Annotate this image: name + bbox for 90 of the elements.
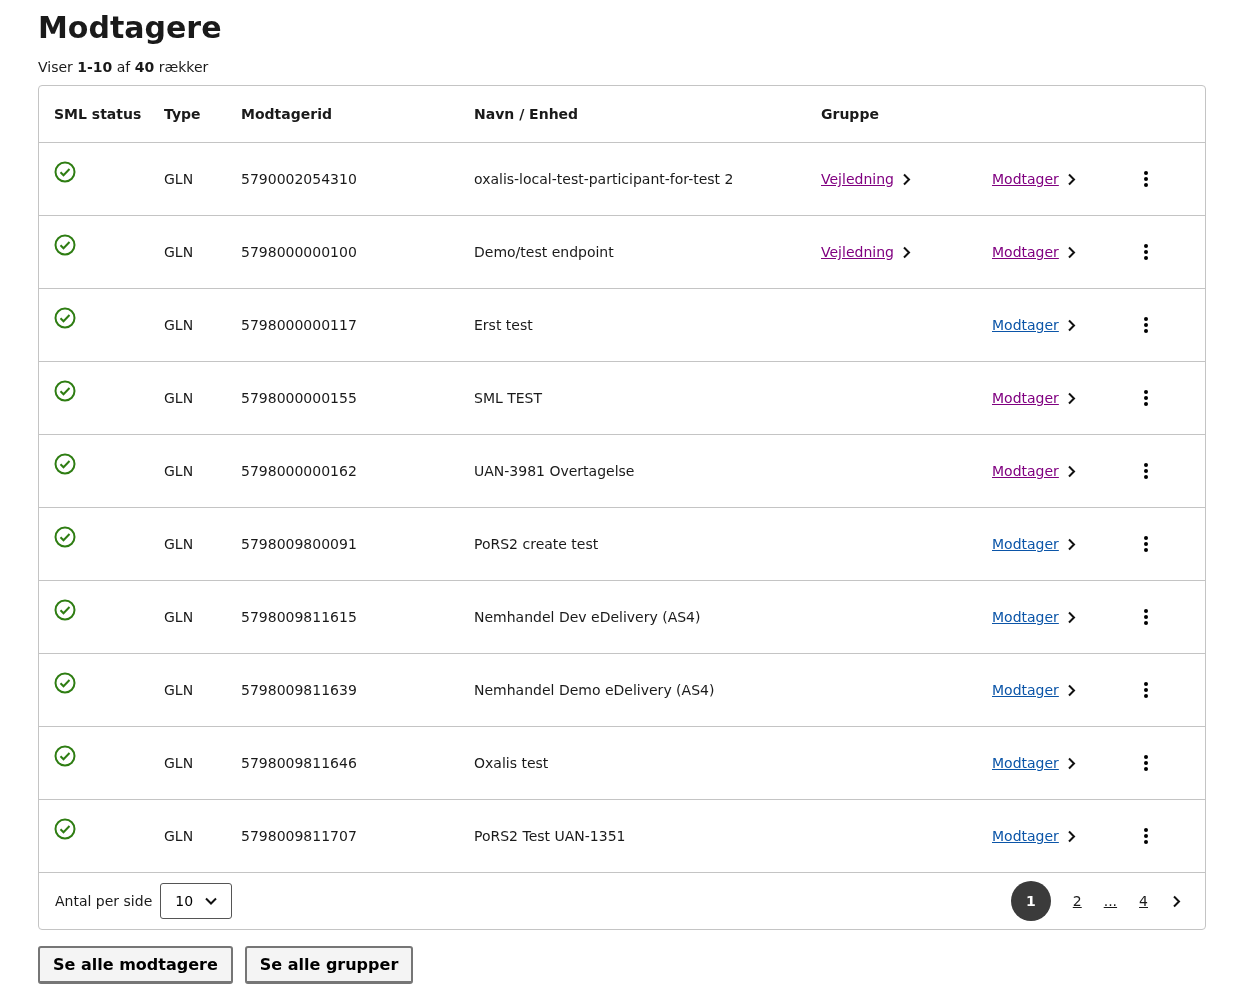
per-page-label: Antal per side: [55, 893, 153, 909]
more-menu-button[interactable]: [1142, 242, 1150, 262]
column-header: Modtagerid: [241, 106, 333, 122]
table-cell-text: 5798009811646: [241, 755, 358, 771]
more-menu-button[interactable]: [1142, 169, 1150, 189]
column-header: Type: [164, 106, 202, 122]
more-menu-button[interactable]: [1142, 388, 1150, 408]
chevron-right-icon: [1066, 318, 1076, 332]
recipient-link[interactable]: Modtager: [992, 609, 1059, 625]
table-cell-text: GLN: [164, 317, 195, 333]
table-cell-text: SML TEST: [474, 390, 544, 406]
column-header: Navn / Enhed: [474, 106, 580, 122]
check-circle-icon: [54, 599, 76, 621]
table-cell-text: 5798000000117: [241, 317, 358, 333]
per-page-select[interactable]: 10: [160, 883, 233, 919]
table-cell-text: GLN: [164, 244, 195, 260]
check-circle-icon: [54, 526, 76, 548]
check-circle-icon: [54, 234, 76, 256]
group-link[interactable]: Vejledning: [821, 171, 894, 187]
check-circle-icon: [54, 818, 76, 840]
chevron-right-icon: [1066, 245, 1076, 259]
chevron-down-icon: [205, 897, 218, 905]
more-menu-button[interactable]: [1142, 315, 1150, 335]
recipient-link[interactable]: Modtager: [992, 317, 1059, 333]
row-count-text: Viser 1-10 af 40 rækker: [38, 59, 210, 75]
check-circle-icon: [54, 380, 76, 402]
chevron-right-icon: [1066, 391, 1076, 405]
table-cell-text: 5798009811707: [241, 828, 358, 844]
chevron-right-icon: [1066, 829, 1076, 843]
chevron-right-icon: [1066, 464, 1076, 478]
check-circle-icon: [54, 745, 76, 767]
table-cell-text: PoRS2 create test: [474, 536, 600, 552]
table-cell-text: PoRS2 Test UAN-1351: [474, 828, 627, 844]
column-header: SML status: [54, 106, 143, 122]
table-cell-text: 5798000000100: [241, 244, 358, 260]
table-cell-text: GLN: [164, 828, 195, 844]
page-title: Modtagere: [38, 10, 223, 45]
more-menu-button[interactable]: [1142, 534, 1150, 554]
table-cell-text: Demo/test endpoint: [474, 244, 615, 260]
group-link[interactable]: Vejledning: [821, 244, 894, 260]
chevron-right-icon: [1066, 610, 1076, 624]
more-menu-button[interactable]: [1142, 461, 1150, 481]
more-menu-button[interactable]: [1142, 753, 1150, 773]
page-link[interactable]: 2: [1072, 881, 1082, 921]
check-circle-icon: [54, 307, 76, 329]
action-button[interactable]: Se alle modtagere: [38, 946, 233, 984]
chevron-right-icon: [901, 245, 911, 259]
chevron-right-icon: [1066, 537, 1076, 551]
table-cell-text: 5798009811615: [241, 609, 358, 625]
chevron-right-icon: [901, 172, 911, 186]
table-cell-text: GLN: [164, 609, 195, 625]
recipient-link[interactable]: Modtager: [992, 463, 1059, 479]
more-menu-button[interactable]: [1142, 607, 1150, 627]
table-cell-text: GLN: [164, 536, 195, 552]
recipient-link[interactable]: Modtager: [992, 755, 1059, 771]
table-cell-text: 5798000000155: [241, 390, 358, 406]
table-cell-text: GLN: [164, 171, 195, 187]
chevron-right-icon: [1066, 756, 1076, 770]
column-header: Gruppe: [821, 106, 880, 122]
table-cell-text: Nemhandel Demo eDelivery (AS4): [474, 682, 716, 698]
recipient-link[interactable]: Modtager: [992, 682, 1059, 698]
check-circle-icon: [54, 453, 76, 475]
recipient-link[interactable]: Modtager: [992, 828, 1059, 844]
table-cell-text: GLN: [164, 463, 195, 479]
table-cell-text: GLN: [164, 755, 195, 771]
more-menu-button[interactable]: [1142, 826, 1150, 846]
action-button[interactable]: Se alle grupper: [244, 946, 414, 984]
page-link[interactable]: 1: [1010, 881, 1051, 921]
page-link[interactable]: ...: [1103, 881, 1118, 921]
table-cell-text: 5798009811639: [241, 682, 358, 698]
recipient-link[interactable]: Modtager: [992, 536, 1059, 552]
recipient-link[interactable]: Modtager: [992, 390, 1059, 406]
table-cell-text: UAN-3981 Overtagelse: [474, 463, 636, 479]
table-cell-text: oxalis-local-test-participant-for-test 2: [474, 171, 735, 187]
more-menu-button[interactable]: [1142, 680, 1150, 700]
recipient-link[interactable]: Modtager: [992, 171, 1059, 187]
table-cell-text: Nemhandel Dev eDelivery (AS4): [474, 609, 702, 625]
table-cell-text: Erst test: [474, 317, 534, 333]
chevron-right-icon: [1066, 172, 1076, 186]
table-cell-text: 5790002054310: [241, 171, 358, 187]
table-cell-text: 5798000000162: [241, 463, 358, 479]
check-circle-icon: [54, 672, 76, 694]
table-cell-text: GLN: [164, 682, 195, 698]
check-circle-icon: [54, 161, 76, 183]
table-cell-text: Oxalis test: [474, 755, 550, 771]
chevron-right-icon: [1066, 683, 1076, 697]
recipient-link[interactable]: Modtager: [992, 244, 1059, 260]
page-link[interactable]: 4: [1139, 881, 1148, 921]
table-cell-text: GLN: [164, 390, 195, 406]
table-cell-text: 5798009800091: [241, 536, 358, 552]
